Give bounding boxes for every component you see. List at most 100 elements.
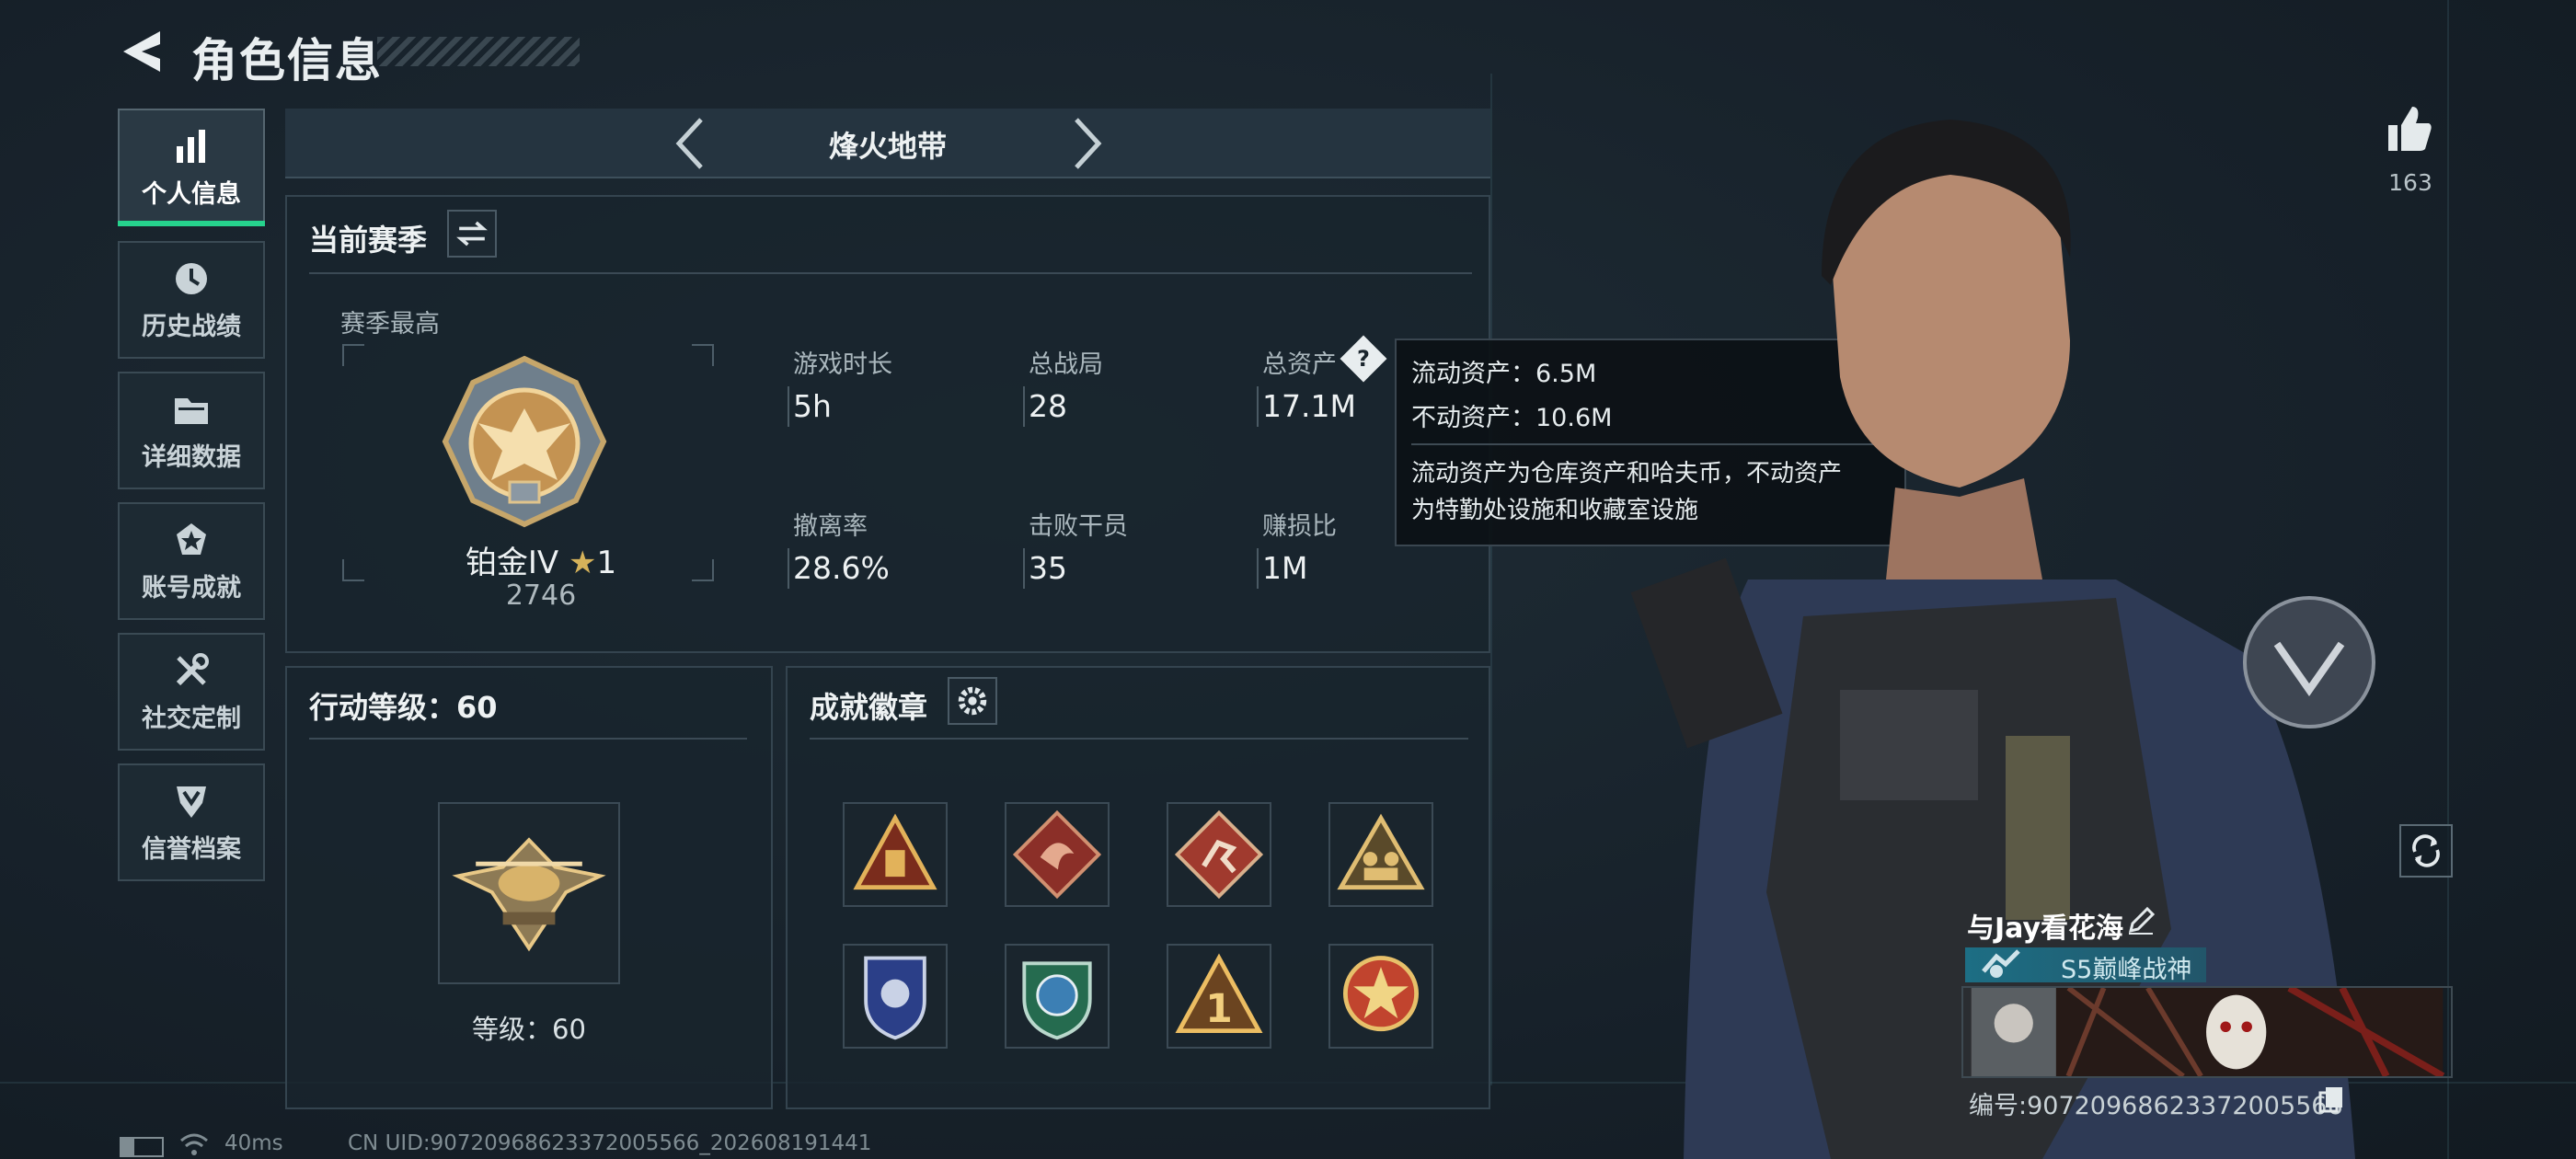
sidebar-item-achievements[interactable]: 账号成就 xyxy=(118,502,265,620)
svg-text:1: 1 xyxy=(1205,987,1233,1032)
page-title: 角色信息 xyxy=(191,34,383,87)
back-arrow-icon[interactable] xyxy=(118,28,164,75)
battery-icon xyxy=(120,1137,164,1157)
frame-corner xyxy=(342,344,364,366)
stat-label: 游戏时长 xyxy=(793,350,892,379)
triangle-crate-badge xyxy=(853,813,937,890)
sidebar-item-social[interactable]: 社交定制 xyxy=(118,633,265,751)
refresh-icon xyxy=(2412,834,2440,867)
thumbs-up-icon[interactable] xyxy=(2383,103,2434,155)
stat-label: 赚损比 xyxy=(1262,512,1337,541)
squad-triangle-badge xyxy=(1337,813,1425,890)
stat-tick xyxy=(1257,548,1259,589)
frame-corner xyxy=(342,559,364,581)
divider xyxy=(810,738,1468,740)
dragon-diamond-badge xyxy=(1012,809,1102,900)
achievement-star-icon xyxy=(177,522,206,555)
divider xyxy=(309,272,1472,274)
sidebar-item-credit[interactable]: 信誉档案 xyxy=(118,763,265,881)
sidebar-item-label: 账号成就 xyxy=(142,573,241,602)
rank-emblem-icon xyxy=(442,355,607,528)
stat-tick xyxy=(788,386,789,427)
divider xyxy=(309,738,747,740)
wifi-icon xyxy=(180,1133,208,1155)
player-banner[interactable] xyxy=(1961,984,2453,1080)
action-level-text: 等级：60 xyxy=(472,1014,586,1045)
rank-line: 铂金IV ★1 xyxy=(449,537,633,582)
action-level-title: 行动等级：60 xyxy=(309,690,498,725)
edit-pencil-icon[interactable] xyxy=(2125,905,2156,936)
stat-label: 击败干员 xyxy=(1029,512,1128,541)
grid-line xyxy=(1490,74,1492,1085)
stat-tick xyxy=(1023,386,1025,427)
achievement-badge[interactable] xyxy=(843,944,948,1049)
sidebar-item-label: 详细数据 xyxy=(142,442,241,472)
gear-icon xyxy=(958,686,987,716)
action-level-emblem-frame xyxy=(438,802,620,984)
rank-star-icon: ★ xyxy=(568,545,597,581)
banner-artwork-image xyxy=(1971,984,2445,1080)
achievement-badge[interactable] xyxy=(843,802,948,907)
stat-value: 5h xyxy=(793,388,832,424)
battery-level xyxy=(121,1139,134,1155)
shield-emblem-icon xyxy=(177,786,206,818)
prev-mode-arrow-icon[interactable] xyxy=(662,112,718,175)
player-title: S5巅峰战神 xyxy=(2061,956,2192,984)
stat-value: 1M xyxy=(1262,550,1308,586)
stat-tick xyxy=(1257,386,1259,427)
swap-arrows-icon xyxy=(456,221,488,247)
achievement-badge[interactable] xyxy=(1005,944,1110,1049)
player-name: 与Jay看花海 xyxy=(1967,912,2124,945)
stat-tick xyxy=(1023,548,1025,589)
stat-value: 17.1M xyxy=(1262,388,1356,424)
like-count: 163 xyxy=(2388,169,2432,196)
achievements-title: 成就徽章 xyxy=(810,690,928,725)
number-one-triangle-badge: 1 xyxy=(1175,953,1263,1034)
frame-corner xyxy=(692,344,714,366)
police-shield-badge xyxy=(864,956,926,1040)
next-mode-arrow-icon[interactable] xyxy=(1060,112,1115,175)
sidebar-item-label: 历史战绩 xyxy=(142,312,241,341)
switch-season-button[interactable] xyxy=(447,210,497,258)
achievement-badge[interactable]: 1 xyxy=(1167,944,1271,1049)
uid-text: CN UID:90720968623372005566_202608191441 xyxy=(348,1131,872,1155)
sidebar-item-label: 个人信息 xyxy=(142,179,241,209)
wrench-tools-icon xyxy=(176,652,209,685)
stat-label: 撤离率 xyxy=(793,512,868,541)
achievement-badge[interactable] xyxy=(1328,802,1433,907)
achievement-badge[interactable] xyxy=(1328,944,1433,1049)
folder-icon xyxy=(175,397,208,424)
achievement-badge[interactable] xyxy=(1005,802,1110,907)
rank-name: 铂金IV xyxy=(465,545,559,581)
stat-value: 28 xyxy=(1029,388,1067,424)
sidebar-item-detailed-data[interactable]: 详细数据 xyxy=(118,372,265,489)
refresh-appearance-button[interactable] xyxy=(2399,824,2453,878)
stat-value: 28.6% xyxy=(793,550,890,586)
mode-name: 烽火地带 xyxy=(828,129,947,164)
stat-value: 35 xyxy=(1029,550,1067,586)
title-emblem-icon xyxy=(1982,949,2020,978)
copy-icon[interactable] xyxy=(2318,1085,2344,1113)
stat-label: 总战局 xyxy=(1029,350,1103,379)
sidebar-item-label: 社交定制 xyxy=(142,704,241,733)
runner-diamond-badge xyxy=(1174,809,1264,900)
season-best-label: 赛季最高 xyxy=(340,310,440,339)
ping-text: 40ms xyxy=(224,1131,283,1155)
sidebar-item-personal-info[interactable]: 个人信息 xyxy=(118,109,265,226)
bar-chart-icon xyxy=(177,129,205,163)
globe-shield-badge xyxy=(1022,961,1092,1040)
history-clock-icon xyxy=(176,262,207,294)
rank-score: 2746 xyxy=(505,580,577,612)
frame-corner xyxy=(692,559,714,581)
title-decoration xyxy=(377,37,580,66)
sidebar-item-label: 信誉档案 xyxy=(142,834,241,864)
achievement-badge[interactable] xyxy=(1167,802,1271,907)
achievement-settings-button[interactable] xyxy=(948,677,997,725)
help-question-mark: ? xyxy=(1357,346,1370,372)
stat-tick xyxy=(788,548,789,589)
helicopter-emblem-icon xyxy=(452,837,606,952)
sidebar-item-history[interactable]: 历史战绩 xyxy=(118,241,265,359)
rank-star-count: 1 xyxy=(596,545,617,581)
star-medal-badge xyxy=(1342,956,1420,1032)
player-id-number: 编号:90720968623372005566 xyxy=(1969,1092,2343,1120)
